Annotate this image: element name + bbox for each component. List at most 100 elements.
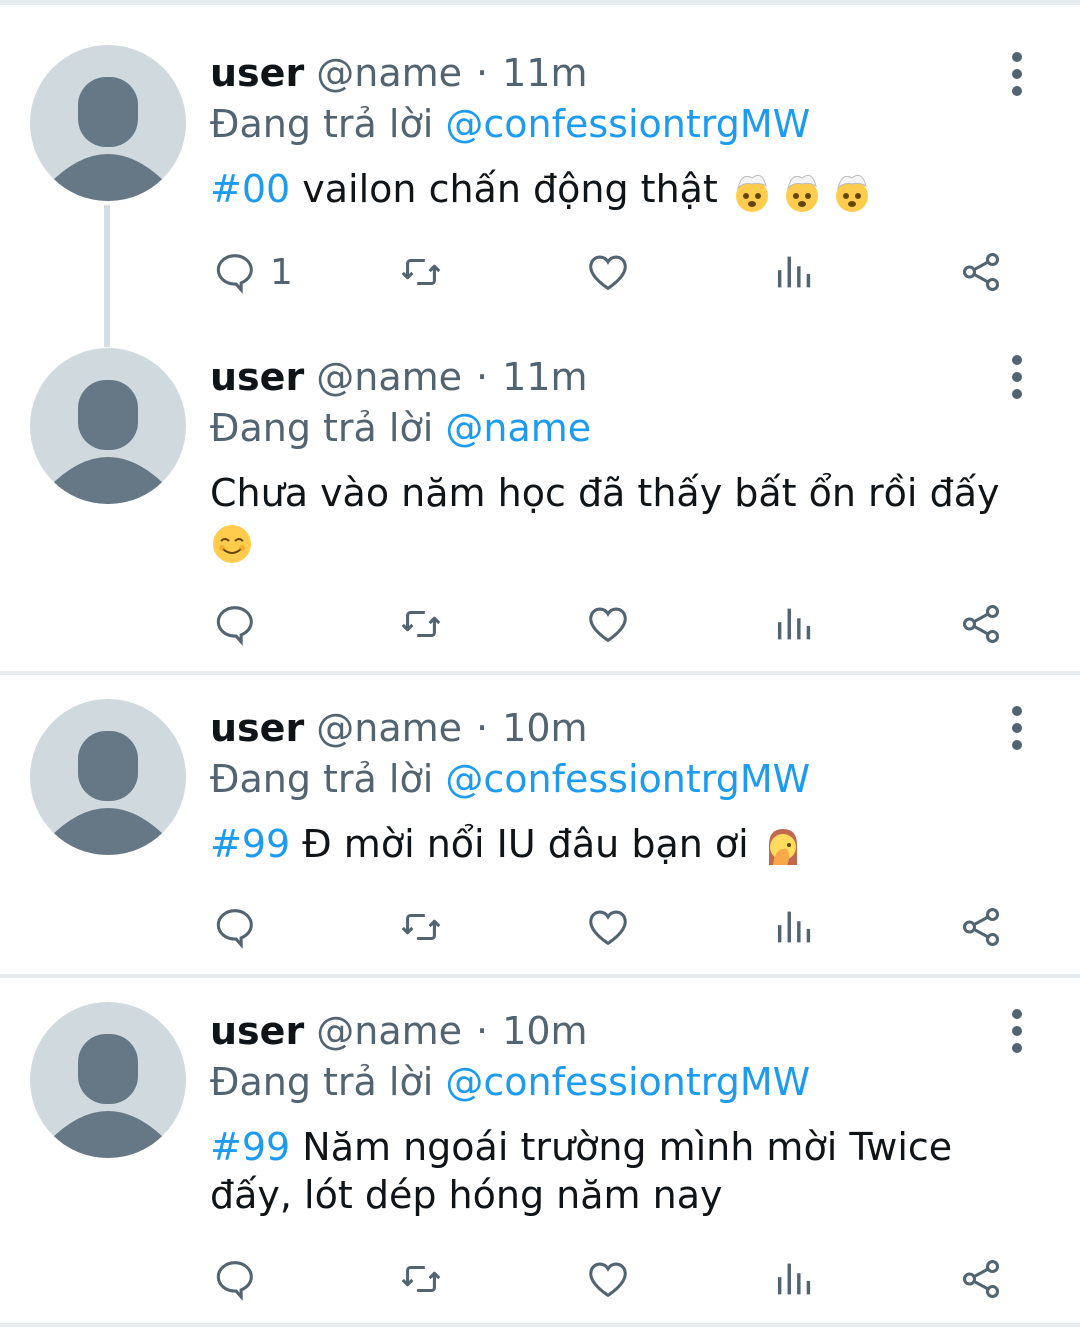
replying-to: Đang trả lời @confessiontrgMW <box>210 1057 810 1107</box>
user-handle[interactable]: @name <box>316 706 462 750</box>
default-avatar-icon <box>48 1034 168 1158</box>
replying-prefix: Đang trả lời <box>210 102 434 146</box>
comment-bubble-icon <box>216 909 253 949</box>
mention-link[interactable]: @confessiontrgMW <box>445 102 810 146</box>
share-button[interactable] <box>958 242 1004 302</box>
timestamp[interactable]: 10m <box>502 706 587 750</box>
share-button[interactable] <box>958 594 1004 654</box>
tweet-actions <box>0 897 1080 957</box>
tweet-actions <box>0 594 1080 654</box>
retweet-button[interactable] <box>398 594 444 654</box>
top-divider <box>0 0 1080 5</box>
display-name[interactable]: user <box>210 355 304 399</box>
share-icon <box>962 605 1000 643</box>
mention-link[interactable]: @confessiontrgMW <box>445 757 810 801</box>
views-button[interactable] <box>772 1249 818 1309</box>
facepalm-emoji <box>768 828 797 865</box>
user-handle[interactable]: @name <box>316 51 462 95</box>
hashtag-link[interactable]: #99 <box>210 1125 290 1169</box>
vertical-dots-icon <box>1012 706 1022 716</box>
vertical-dots-icon <box>1012 355 1022 365</box>
mention-link[interactable]: @confessiontrgMW <box>445 1060 810 1104</box>
more-options-button[interactable] <box>1002 355 1032 399</box>
exploding-head-emoji <box>785 174 818 212</box>
replying-prefix: Đang trả lời <box>210 406 434 450</box>
separator-dot: · <box>476 706 489 750</box>
replying-prefix: Đang trả lời <box>210 757 434 801</box>
like-button[interactable] <box>585 1249 631 1309</box>
replying-prefix: Đang trả lời <box>210 1060 434 1104</box>
views-button[interactable] <box>772 242 818 302</box>
retweet-icon <box>401 1265 441 1293</box>
reply-count: 1 <box>270 251 293 293</box>
heart-icon <box>589 1262 627 1298</box>
vertical-dots-icon <box>1012 52 1022 62</box>
share-icon <box>962 908 1000 946</box>
tweet-text-content: Đ mời nổi IU đâu bạn ơi <box>290 822 761 866</box>
bar-chart-icon <box>777 608 811 640</box>
avatar[interactable] <box>30 699 186 855</box>
tweet-text-content: vailon chấn động thật <box>290 167 730 211</box>
retweet-icon <box>401 913 441 941</box>
retweet-button[interactable] <box>398 1249 444 1309</box>
like-button[interactable] <box>585 594 631 654</box>
display-name[interactable]: user <box>210 706 304 750</box>
heart-icon <box>589 607 627 643</box>
avatar[interactable] <box>30 1002 186 1158</box>
exploding-head-emoji <box>835 174 868 212</box>
default-avatar-icon <box>48 731 168 855</box>
exploding-head-emoji <box>735 174 768 212</box>
smiling-face-emoji <box>213 524 251 563</box>
more-options-button[interactable] <box>1002 52 1032 96</box>
bar-chart-icon <box>777 911 811 943</box>
vertical-dots-icon <box>1012 1009 1022 1019</box>
replying-to: Đang trả lời @name <box>210 403 591 453</box>
more-options-button[interactable] <box>1002 706 1032 750</box>
share-button[interactable] <box>958 1249 1004 1309</box>
tweet-text: #00 vailon chấn động thật <box>210 165 1030 214</box>
replying-to: Đang trả lời @confessiontrgMW <box>210 99 810 149</box>
comment-bubble-icon <box>216 606 253 646</box>
tweet-header: user @name · 11m <box>210 352 588 402</box>
display-name[interactable]: user <box>210 1009 304 1053</box>
user-handle[interactable]: @name <box>316 355 462 399</box>
tweet-header: user @name · 10m <box>210 1006 588 1056</box>
tweet-actions <box>0 1249 1080 1309</box>
views-button[interactable] <box>772 897 818 957</box>
timestamp[interactable]: 10m <box>502 1009 587 1053</box>
more-options-button[interactable] <box>1002 1009 1032 1053</box>
retweet-button[interactable] <box>398 897 444 957</box>
heart-icon <box>589 255 627 291</box>
tweet-actions: 1 <box>0 242 1080 302</box>
views-button[interactable] <box>772 594 818 654</box>
mention-link[interactable]: @name <box>445 406 591 450</box>
tweet-divider <box>0 671 1080 675</box>
retweet-button[interactable] <box>398 242 444 302</box>
tweet-text-content: Năm ngoái trường mình mời Twice đấy, lót… <box>210 1125 953 1217</box>
reply-button[interactable] <box>212 594 270 654</box>
tweet-text: Chưa vào năm học đã thấy bất ổn rồi đấy <box>210 469 1030 566</box>
reply-button[interactable] <box>212 1249 270 1309</box>
tweet-text: #99 Đ mời nổi IU đâu bạn ơi <box>210 820 1030 869</box>
reply-button[interactable]: 1 <box>212 242 293 302</box>
share-button[interactable] <box>958 897 1004 957</box>
comment-bubble-icon <box>216 254 253 294</box>
reply-button[interactable] <box>212 897 270 957</box>
default-avatar-icon <box>48 77 168 201</box>
avatar[interactable] <box>30 348 186 504</box>
comment-bubble-icon <box>216 1261 253 1301</box>
user-handle[interactable]: @name <box>316 1009 462 1053</box>
avatar[interactable] <box>30 45 186 201</box>
like-button[interactable] <box>585 242 631 302</box>
hashtag-link[interactable]: #00 <box>210 167 290 211</box>
like-button[interactable] <box>585 897 631 957</box>
tweet-header: user @name · 10m <box>210 703 588 753</box>
default-avatar-icon <box>48 380 168 504</box>
tweet-divider <box>0 1323 1080 1327</box>
display-name[interactable]: user <box>210 51 304 95</box>
timestamp[interactable]: 11m <box>502 51 587 95</box>
timestamp[interactable]: 11m <box>502 355 587 399</box>
tweet-header: user @name · 11m <box>210 48 588 98</box>
hashtag-link[interactable]: #99 <box>210 822 290 866</box>
heart-icon <box>589 910 627 946</box>
